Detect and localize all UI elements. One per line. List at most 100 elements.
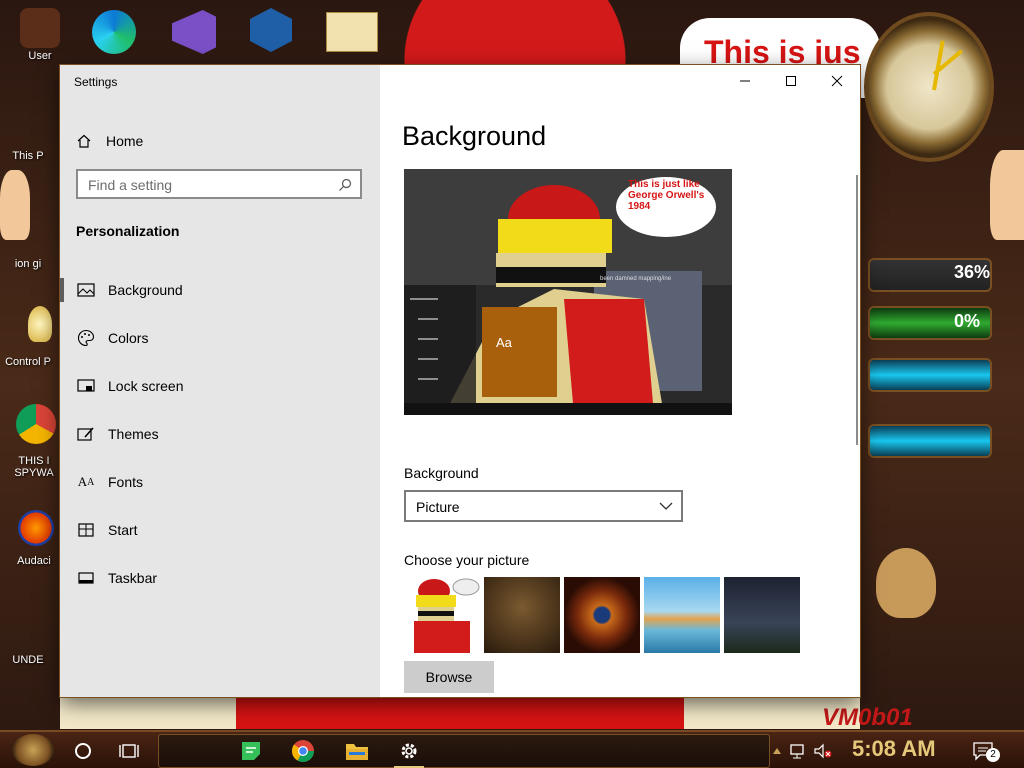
sidebar-item-start[interactable]: Start xyxy=(60,510,380,550)
virtualbox-icon[interactable] xyxy=(250,8,292,52)
preview-speech-text: This is just like George Orwell's 1984 xyxy=(628,179,705,212)
sidebar-item-lock-screen[interactable]: Lock screen xyxy=(60,366,380,406)
sidebar-item-label: Taskbar xyxy=(108,570,158,586)
lock-screen-icon xyxy=(76,376,96,396)
sidebar-item-themes[interactable]: Themes xyxy=(60,414,380,454)
settings-window: Settings Home Find a setting Personaliza… xyxy=(60,65,860,697)
taskbar-icon xyxy=(76,568,96,588)
close-button[interactable] xyxy=(814,65,860,97)
sidebar-item-background[interactable]: Background xyxy=(60,270,380,310)
desktop-icon-union[interactable]: ion gi xyxy=(0,258,56,270)
desktop-icon-control-panel[interactable]: Control P xyxy=(0,356,56,368)
volume-button[interactable] xyxy=(808,736,838,766)
desktop-icon-this-pc[interactable]: This P xyxy=(0,150,56,162)
cartoon-thumbnail-image xyxy=(404,577,480,653)
cortana-circle-icon xyxy=(75,743,91,759)
sidebar-item-label: Themes xyxy=(108,426,159,442)
network-disconnected-icon xyxy=(790,744,804,759)
folder-icon xyxy=(346,744,368,760)
close-icon xyxy=(831,75,843,87)
preview-window-caption: been damned mapping/ine xyxy=(600,276,672,282)
start-icon xyxy=(76,520,96,540)
clock-time[interactable]: 5:08 AM xyxy=(852,736,936,762)
picture-thumbnail-5[interactable] xyxy=(724,577,800,653)
background-type-label: Background xyxy=(404,465,479,481)
cartoon-face-right xyxy=(990,150,1024,240)
steampunk-clock-gadget xyxy=(864,12,994,162)
meter-tube-cyan xyxy=(868,358,992,392)
hamster-image xyxy=(876,548,936,618)
picture-thumbnail-3[interactable] xyxy=(564,577,640,653)
sidebar-item-label: Colors xyxy=(108,330,149,346)
background-type-dropdown[interactable]: Picture xyxy=(404,490,683,522)
choose-picture-label: Choose your picture xyxy=(404,552,530,568)
meter-tube-cyan-2 xyxy=(868,424,992,458)
start-button[interactable] xyxy=(12,734,54,766)
sidebar-item-colors[interactable]: Colors xyxy=(60,318,380,358)
sidebar-item-taskbar[interactable]: Taskbar xyxy=(60,558,380,598)
themes-icon xyxy=(76,424,96,444)
background-type-value: Picture xyxy=(416,499,460,515)
taskbar-notes-app[interactable] xyxy=(236,736,266,766)
minimize-button[interactable] xyxy=(722,65,768,97)
cartoon-face-icon xyxy=(0,170,30,240)
sidebar-item-label: Background xyxy=(108,282,183,298)
taskbar-settings[interactable] xyxy=(394,736,424,768)
home-icon xyxy=(77,134,91,148)
search-box[interactable]: Find a setting xyxy=(76,169,362,199)
sidebar-item-fonts[interactable]: AA Fonts xyxy=(60,462,380,502)
desktop-icon-spyware[interactable]: THIS I SPYWA xyxy=(6,455,62,479)
desktop-icon-audacity[interactable]: Audaci xyxy=(6,555,62,567)
cpu-gauge-value: 36% xyxy=(954,262,991,282)
search-icon xyxy=(339,178,352,191)
vertical-scrollbar[interactable] xyxy=(856,175,858,445)
desktop-icon-undertale[interactable]: UNDE xyxy=(0,654,56,666)
picture-thumbnail-4[interactable] xyxy=(644,577,720,653)
task-view-icon xyxy=(119,744,139,758)
browse-button[interactable]: Browse xyxy=(404,661,494,693)
palette-icon xyxy=(76,328,96,348)
picture-icon xyxy=(76,280,96,300)
app-title: Settings xyxy=(74,75,118,89)
search-button[interactable] xyxy=(68,736,98,766)
picture-thumbnail-2[interactable] xyxy=(484,577,560,653)
wallpaper-watermark: VM0b01 xyxy=(822,704,913,731)
preview-sample-text: Aa xyxy=(496,335,512,350)
desktop-icon-user[interactable]: User xyxy=(12,8,68,62)
user-folder-icon xyxy=(20,8,60,48)
settings-sidebar: Settings Home Find a setting Personaliza… xyxy=(60,65,380,697)
section-title: Personalization xyxy=(76,223,180,239)
taskbar: 5:08 AM 2 xyxy=(0,730,1024,768)
taskbar-file-explorer[interactable] xyxy=(342,736,372,766)
lightbulb-icon xyxy=(28,306,52,342)
background-preview: This is just like George Orwell's 1984 A… xyxy=(404,169,732,415)
sidebar-item-label: Start xyxy=(108,522,138,538)
minimize-icon xyxy=(740,80,750,82)
volume-muted-icon xyxy=(814,743,832,759)
page-title: Background xyxy=(402,121,547,151)
picture-thumbnail-1[interactable] xyxy=(404,577,480,653)
gear-icon xyxy=(401,743,417,759)
chrome-icon[interactable] xyxy=(16,404,56,444)
notification-count-badge: 2 xyxy=(986,748,1000,762)
visual-studio-icon[interactable] xyxy=(172,10,216,54)
notes-icon xyxy=(242,742,260,760)
maximize-icon xyxy=(786,76,796,86)
audacity-icon[interactable] xyxy=(18,510,54,546)
taskbar-chrome[interactable] xyxy=(288,736,318,766)
search-placeholder: Find a setting xyxy=(88,177,173,193)
task-view-button[interactable] xyxy=(114,736,144,766)
hxd-icon[interactable] xyxy=(326,12,378,52)
sidebar-item-label: Lock screen xyxy=(108,378,184,394)
sidebar-item-label: Fonts xyxy=(108,474,144,490)
action-center-button[interactable]: 2 xyxy=(968,736,1000,766)
chrome-icon xyxy=(291,740,314,762)
chevron-up-icon xyxy=(773,748,781,754)
wallpaper-red-band xyxy=(60,697,860,729)
maximize-button[interactable] xyxy=(768,65,814,97)
fonts-icon: AA xyxy=(77,474,95,489)
memory-gauge-value: 0% xyxy=(954,311,981,331)
edge-icon[interactable] xyxy=(92,10,136,54)
chevron-down-icon xyxy=(659,502,673,510)
home-nav-item[interactable]: Home xyxy=(76,129,143,153)
